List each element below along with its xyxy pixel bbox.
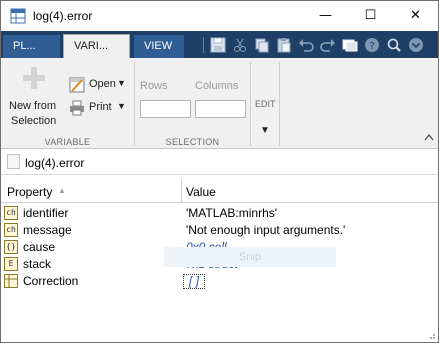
new-from-label-line2: Selection	[11, 115, 57, 127]
plus-icon	[23, 67, 45, 89]
collapse-ribbon-icon[interactable]	[424, 133, 434, 141]
title-bar: log(4).error — ☐ ✕	[1, 1, 438, 31]
variable-path: log(4).error	[25, 156, 85, 170]
paste-icon[interactable]	[275, 36, 293, 54]
toolstrip-tabs: PL... VARI... VIEW ?	[1, 31, 438, 58]
close-button[interactable]: ✕	[393, 1, 438, 31]
redo-icon[interactable]	[319, 36, 337, 54]
variable-path-bar: log(4).error	[1, 150, 438, 175]
print-button[interactable]: Print ▼	[67, 99, 129, 117]
tab-view[interactable]: VIEW	[134, 35, 184, 58]
char-type-icon: ch	[4, 206, 18, 220]
field-name: stack	[23, 257, 52, 271]
help-icon[interactable]: ?	[363, 36, 381, 54]
ribbon-divider	[279, 62, 280, 146]
open-variable-icon	[69, 77, 85, 93]
search-icon[interactable]	[385, 36, 403, 54]
print-label: Print	[89, 101, 112, 113]
struct-type-icon: E	[4, 257, 18, 271]
value-header-label: Value	[186, 185, 216, 199]
field-value: 'MATLAB:minrhs'	[186, 206, 278, 220]
document-icon	[7, 154, 20, 169]
rows-input[interactable]	[140, 100, 191, 118]
cut-icon[interactable]	[231, 36, 249, 54]
maximize-button[interactable]: ☐	[348, 1, 393, 31]
new-from-selection-button[interactable]: New from Selection	[3, 64, 63, 130]
sort-ascending-icon: ▲	[58, 186, 66, 195]
field-value: 'Not enough input arguments.'	[186, 223, 346, 237]
variable-editor-window: log(4).error — ☐ ✕ PL... VARI... VIEW ? …	[0, 0, 439, 343]
print-dropdown-icon: ▼	[117, 101, 126, 111]
open-dropdown-icon: ▼	[117, 78, 126, 88]
snip-overlay: Snip	[164, 247, 336, 267]
ribbon-divider	[250, 62, 251, 146]
columns-label: Columns	[195, 80, 239, 92]
copy-icon[interactable]	[253, 36, 271, 54]
table-row[interactable]: Correction	[1, 273, 438, 290]
svg-text:?: ?	[369, 41, 374, 52]
ribbon: New from Selection Open ▼ Print ▼ Rows C…	[1, 58, 438, 149]
table-row[interactable]: ch message 'Not enough input arguments.'	[1, 222, 438, 239]
matlab-variable-icon	[10, 8, 26, 24]
field-name: identifier	[23, 206, 69, 220]
quick-access-separator	[203, 37, 204, 53]
columns-input[interactable]	[195, 100, 246, 118]
open-label: Open	[89, 78, 116, 90]
window-title: log(4).error	[33, 9, 93, 23]
field-name: message	[23, 223, 72, 237]
tab-variable[interactable]: VARI...	[63, 34, 130, 58]
ribbon-divider	[134, 62, 135, 146]
chevron-down-icon[interactable]	[407, 36, 425, 54]
undo-icon[interactable]	[297, 36, 315, 54]
edit-label: EDIT	[255, 99, 276, 109]
matrix-type-icon	[4, 274, 18, 288]
table-row[interactable]: ch identifier 'MATLAB:minrhs'	[1, 205, 438, 222]
field-name: cause	[23, 240, 56, 254]
group-label-variable: VARIABLE	[44, 137, 91, 147]
correction-value-cell[interactable]: [ ]	[183, 274, 205, 289]
value-column-header[interactable]: Value	[182, 179, 438, 203]
open-button[interactable]: Open ▼	[67, 76, 129, 94]
cell-type-icon: {}	[4, 240, 18, 254]
field-name: Correction	[23, 274, 79, 288]
tab-plots[interactable]: PL...	[3, 35, 60, 58]
rows-label: Rows	[140, 80, 168, 92]
new-from-label-line1: New from	[9, 100, 57, 112]
property-column-header[interactable]: Property ▲	[1, 179, 181, 203]
edit-expand-icon[interactable]: ▼	[260, 125, 270, 136]
minimize-button[interactable]: —	[303, 1, 348, 31]
switch-windows-icon[interactable]	[341, 36, 359, 54]
printer-icon	[70, 100, 84, 116]
resize-grip-icon[interactable]	[426, 330, 436, 340]
property-header-label: Property	[7, 185, 53, 199]
group-label-selection: SELECTION	[165, 137, 220, 147]
char-type-icon: ch	[4, 223, 18, 237]
save-icon[interactable]	[209, 36, 227, 54]
table-header: Property ▲ Value	[1, 179, 438, 203]
